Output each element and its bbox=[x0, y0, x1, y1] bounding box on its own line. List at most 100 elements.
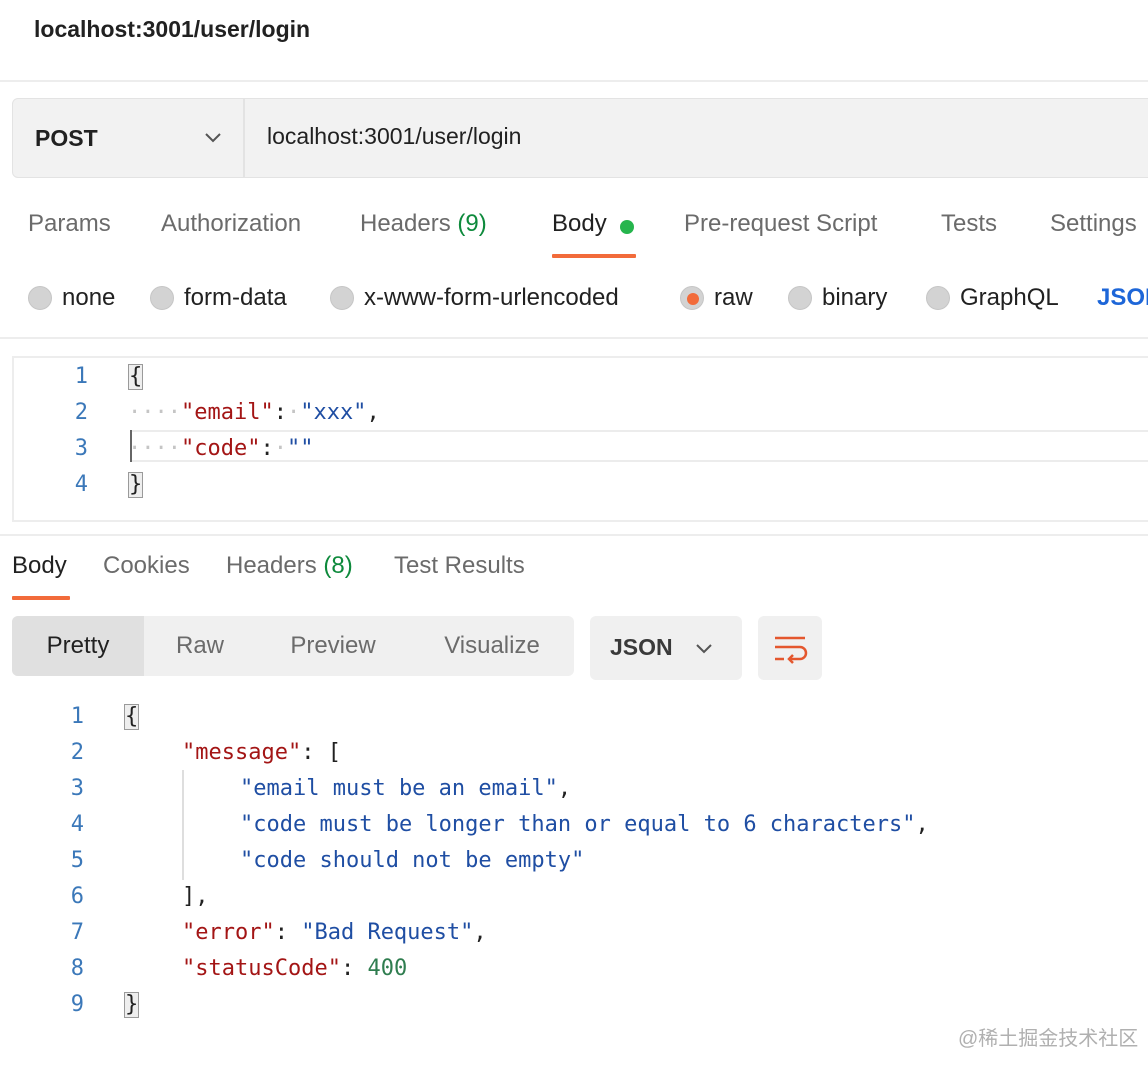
line-number: 4 bbox=[74, 472, 88, 497]
tab-headers[interactable]: Headers (9) bbox=[360, 210, 487, 238]
radio-urlencoded[interactable] bbox=[330, 286, 354, 310]
open-bracket: [ bbox=[327, 740, 341, 765]
line-number: 2 bbox=[74, 400, 88, 425]
radio-none-label[interactable]: none bbox=[62, 284, 115, 312]
view-visualize-button[interactable]: Visualize bbox=[410, 616, 574, 676]
radio-form-data-label[interactable]: form-data bbox=[184, 284, 287, 312]
tab-body[interactable]: Body bbox=[552, 210, 607, 238]
watermark: @稀土掘金技术社区 bbox=[958, 1028, 1139, 1050]
radio-graphql-label[interactable]: GraphQL bbox=[960, 284, 1059, 312]
active-tab-underline bbox=[12, 596, 70, 600]
tab-authorization[interactable]: Authorization bbox=[161, 210, 301, 238]
tab-prerequest-script[interactable]: Pre-request Script bbox=[684, 210, 877, 238]
radio-form-data[interactable] bbox=[150, 286, 174, 310]
line-number: 8 bbox=[70, 956, 84, 981]
json-key: "statusCode" bbox=[182, 956, 341, 981]
open-brace: { bbox=[124, 704, 140, 730]
method-divider bbox=[243, 99, 245, 177]
code-line: "message": [ bbox=[182, 740, 341, 765]
code-line: ····"email":·"xxx", bbox=[128, 400, 380, 425]
close-bracket: ], bbox=[182, 884, 209, 909]
status-dot-icon bbox=[620, 220, 634, 234]
code-line: "code must be longer than or equal to 6 … bbox=[240, 812, 929, 837]
radio-binary-label[interactable]: binary bbox=[822, 284, 887, 312]
tab-tests[interactable]: Tests bbox=[941, 210, 997, 238]
url-input[interactable]: localhost:3001/user/login bbox=[267, 123, 521, 150]
line-number: 3 bbox=[70, 776, 84, 801]
tab-test-results[interactable]: Test Results bbox=[394, 552, 525, 580]
response-view-group: Pretty Raw Preview Visualize bbox=[12, 616, 574, 676]
code-line: { bbox=[124, 704, 140, 730]
line-number: 7 bbox=[70, 920, 84, 945]
tab-headers-count: (9) bbox=[457, 210, 487, 237]
response-format-label: JSON bbox=[610, 634, 673, 660]
json-string: "code must be longer than or equal to 6 … bbox=[240, 812, 916, 837]
json-key: "code" bbox=[180, 436, 261, 461]
code-line: } bbox=[124, 992, 140, 1018]
tab-settings[interactable]: Settings bbox=[1050, 210, 1137, 238]
open-brace: { bbox=[128, 364, 144, 390]
radio-none[interactable] bbox=[28, 286, 52, 310]
json-number: 400 bbox=[367, 956, 408, 981]
code-line: ····"code":·"" bbox=[128, 436, 314, 461]
line-number: 6 bbox=[70, 884, 84, 909]
line-number: 9 bbox=[70, 992, 84, 1017]
method-label: POST bbox=[35, 124, 98, 151]
request-body-editor[interactable]: 1 2 3 4 { ····"email":·"xxx", ····"code"… bbox=[12, 356, 1148, 522]
json-key: "message" bbox=[182, 740, 302, 765]
tab-response-headers[interactable]: Headers (8) bbox=[226, 552, 353, 580]
whitespace-marker: ···· bbox=[128, 436, 181, 461]
tab-response-headers-count: (8) bbox=[323, 552, 353, 579]
json-string: "" bbox=[286, 436, 314, 461]
radio-raw-label[interactable]: raw bbox=[714, 284, 753, 312]
json-key: "email" bbox=[180, 400, 274, 425]
json-string: "xxx" bbox=[300, 400, 367, 425]
line-number: 1 bbox=[70, 704, 84, 729]
radio-raw[interactable] bbox=[680, 286, 704, 310]
indent-guide bbox=[182, 770, 184, 880]
view-raw-button[interactable]: Raw bbox=[144, 616, 256, 676]
header-divider bbox=[0, 80, 1148, 82]
whitespace-marker: ···· bbox=[128, 400, 181, 425]
section-divider bbox=[0, 337, 1148, 339]
wrap-lines-button[interactable] bbox=[758, 616, 822, 680]
code-line: ], bbox=[182, 884, 209, 909]
request-title: localhost:3001/user/login bbox=[34, 16, 311, 42]
line-number: 4 bbox=[70, 812, 84, 837]
whitespace-marker: · bbox=[286, 400, 301, 425]
tab-cookies[interactable]: Cookies bbox=[103, 552, 190, 580]
line-number: 2 bbox=[70, 740, 84, 765]
view-pretty-button[interactable]: Pretty bbox=[12, 616, 144, 676]
code-line: "error": "Bad Request", bbox=[182, 920, 487, 945]
tab-response-body[interactable]: Body bbox=[12, 552, 67, 580]
json-string: "Bad Request" bbox=[301, 920, 474, 945]
url-bar: POST localhost:3001/user/login bbox=[12, 98, 1148, 178]
line-number: 3 bbox=[74, 436, 88, 461]
tab-params[interactable]: Params bbox=[28, 210, 111, 238]
chevron-down-icon[interactable] bbox=[203, 127, 223, 147]
line-number: 5 bbox=[70, 848, 84, 873]
active-tab-underline bbox=[552, 254, 636, 258]
text-cursor bbox=[130, 430, 132, 462]
tab-response-headers-label: Headers bbox=[226, 552, 317, 579]
close-brace: } bbox=[124, 992, 140, 1018]
section-divider bbox=[0, 534, 1148, 536]
radio-binary[interactable] bbox=[788, 286, 812, 310]
line-number: 1 bbox=[74, 364, 88, 389]
chevron-down-icon bbox=[696, 644, 712, 654]
tab-headers-label: Headers bbox=[360, 210, 451, 237]
code-line: } bbox=[128, 472, 144, 498]
code-line: { bbox=[128, 364, 144, 390]
wrap-lines-icon bbox=[775, 636, 808, 664]
response-format-select[interactable]: JSON bbox=[590, 616, 742, 680]
code-line: "email must be an email", bbox=[240, 776, 572, 801]
whitespace-marker: · bbox=[273, 436, 287, 461]
json-string: "email must be an email" bbox=[240, 776, 558, 801]
code-line: "statusCode": 400 bbox=[182, 956, 408, 981]
radio-urlencoded-label[interactable]: x-www-form-urlencoded bbox=[364, 284, 619, 312]
view-preview-button[interactable]: Preview bbox=[256, 616, 410, 676]
code-line: "code should not be empty" bbox=[240, 848, 584, 873]
raw-format-select[interactable]: JSON bbox=[1097, 284, 1148, 312]
radio-graphql[interactable] bbox=[926, 286, 950, 310]
json-string: "code should not be empty" bbox=[240, 848, 585, 873]
